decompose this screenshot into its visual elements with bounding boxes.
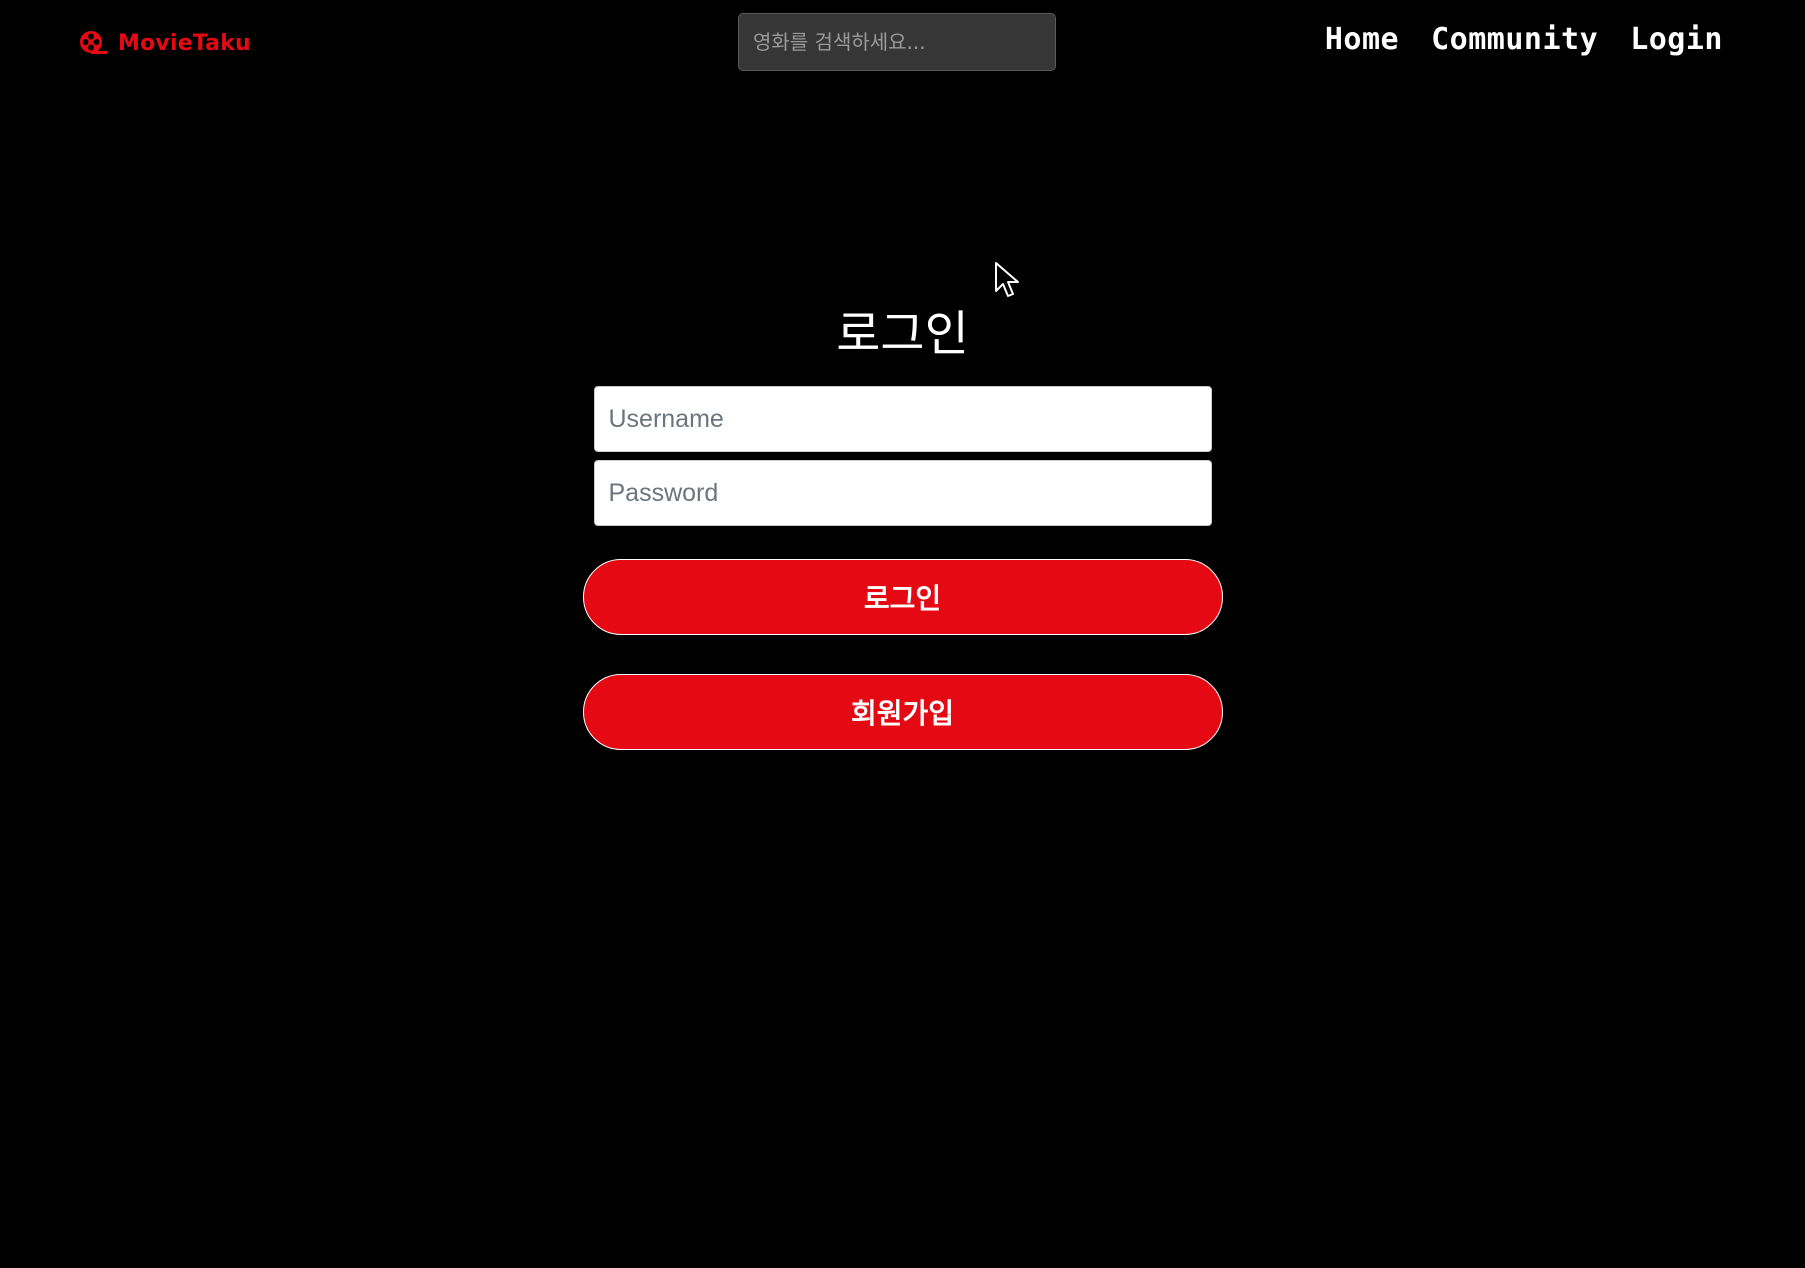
brand-link[interactable]: MovieTaku	[78, 28, 251, 58]
navbar: MovieTaku Home Community Login	[0, 0, 1805, 90]
password-field[interactable]	[593, 460, 1212, 526]
nav-link-login[interactable]: Login	[1630, 22, 1723, 57]
nav-link-community[interactable]: Community	[1431, 22, 1598, 57]
login-button[interactable]: 로그인	[582, 559, 1223, 635]
username-field[interactable]	[593, 386, 1212, 452]
film-reel-icon	[80, 31, 107, 54]
nav-link-home[interactable]: Home	[1325, 22, 1399, 57]
login-title: 로그인	[836, 306, 969, 362]
login-form: 로그인 로그인 회원가입	[0, 300, 1805, 750]
mouse-cursor-icon	[995, 262, 1019, 297]
signup-button[interactable]: 회원가입	[582, 674, 1223, 750]
brand-name: MovieTaku	[118, 30, 251, 56]
search-input[interactable]	[738, 13, 1056, 71]
nav-links: Home Community Login	[1325, 22, 1723, 57]
